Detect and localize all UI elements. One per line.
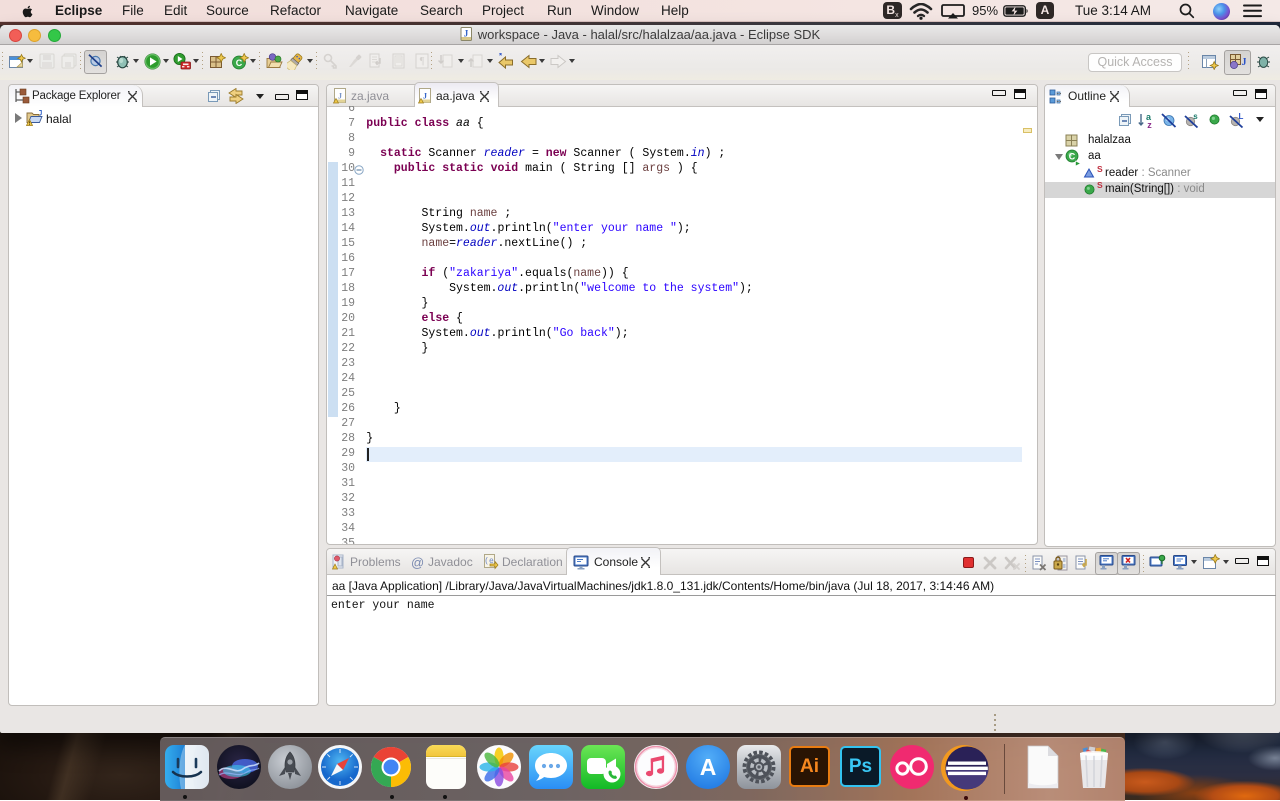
- svg-text:J: J: [423, 92, 427, 101]
- svg-text:A: A: [700, 754, 717, 780]
- svg-text:z: z: [1147, 120, 1152, 129]
- svg-text:L: L: [1239, 112, 1244, 121]
- svg-text:C: C: [1069, 152, 1076, 162]
- svg-text:s: s: [1193, 112, 1198, 121]
- svg-text:J: J: [338, 92, 342, 101]
